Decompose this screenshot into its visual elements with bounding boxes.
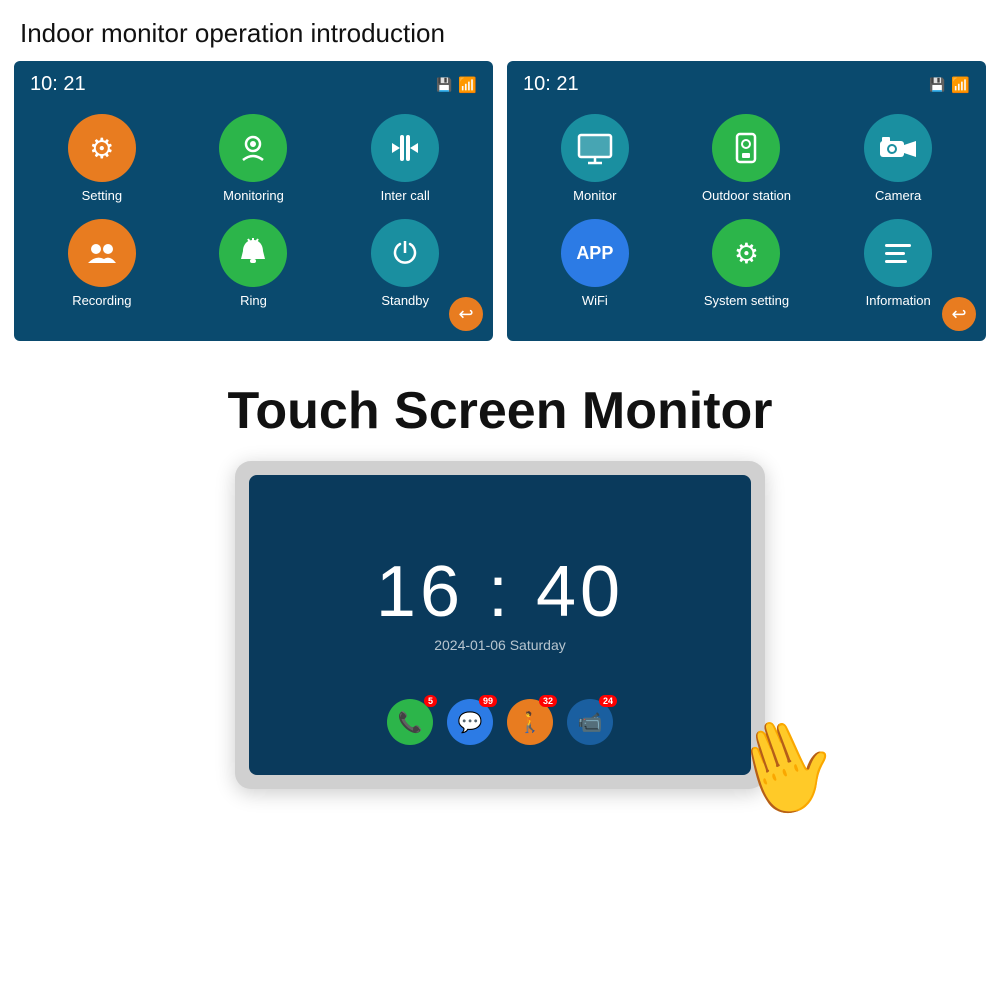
screen2-status-icons: 💾 📶 bbox=[929, 76, 970, 94]
screen2-header: 10: 21 💾 📶 bbox=[523, 73, 970, 96]
setting-item[interactable]: ⚙ Setting bbox=[30, 114, 174, 203]
app-call-badge: 5 bbox=[424, 695, 437, 707]
ring-item[interactable]: Ring bbox=[182, 219, 326, 308]
bottom-section: Touch Screen Monitor 16 : 40 2024-01-06 … bbox=[0, 371, 1000, 789]
setting-label: Setting bbox=[82, 188, 122, 203]
standby-label: Standby bbox=[381, 293, 429, 308]
system-setting-item[interactable]: ⚙ System setting bbox=[675, 219, 819, 308]
wifi-item[interactable]: APP WiFi bbox=[523, 219, 667, 308]
sd-card-icon: 💾 bbox=[436, 77, 452, 93]
clock-display: 16 : 40 2024-01-06 Saturday bbox=[376, 531, 624, 653]
wifi-status-icon2: 📶 bbox=[951, 76, 970, 94]
sd-card-icon2: 💾 bbox=[929, 77, 945, 93]
page-title: Indoor monitor operation introduction bbox=[0, 0, 1000, 61]
monitor-item[interactable]: Monitor bbox=[523, 114, 667, 203]
wifi-label: WiFi bbox=[582, 293, 608, 308]
setting-icon: ⚙ bbox=[68, 114, 136, 182]
screen2-icon-grid: Monitor Outdoor station bbox=[523, 114, 970, 308]
screen2-back-button[interactable]: ↩ bbox=[942, 297, 976, 331]
app-motion[interactable]: 🚶 32 bbox=[507, 699, 553, 745]
monitor-label: Monitor bbox=[573, 188, 616, 203]
information-item[interactable]: Information bbox=[826, 219, 970, 308]
monitor-screen: 16 : 40 2024-01-06 Saturday 📞 5 💬 99 🚶 3… bbox=[249, 475, 751, 775]
monitor-device: 16 : 40 2024-01-06 Saturday 📞 5 💬 99 🚶 3… bbox=[235, 461, 765, 789]
screen1-header: 10: 21 💾 📶 bbox=[30, 73, 477, 96]
wifi-status-icon: 📶 bbox=[458, 76, 477, 94]
screen2: 10: 21 💾 📶 Monitor bbox=[507, 61, 986, 341]
monitor-icon bbox=[561, 114, 629, 182]
screens-row: 10: 21 💾 📶 ⚙ Setting bbox=[0, 61, 1000, 341]
wifi-icon: APP bbox=[561, 219, 629, 287]
outdoor-station-item[interactable]: Outdoor station bbox=[675, 114, 819, 203]
monitoring-icon bbox=[219, 114, 287, 182]
monitoring-item[interactable]: Monitoring bbox=[182, 114, 326, 203]
monitor-wrapper: 16 : 40 2024-01-06 Saturday 📞 5 💬 99 🚶 3… bbox=[200, 461, 800, 789]
system-setting-label: System setting bbox=[704, 293, 789, 308]
clock-time: 16 : 40 bbox=[376, 551, 624, 633]
intercall-item[interactable]: Inter call bbox=[333, 114, 477, 203]
camera-label: Camera bbox=[875, 188, 921, 203]
screen1-back-button[interactable]: ↩ bbox=[449, 297, 483, 331]
app-call[interactable]: 📞 5 bbox=[387, 699, 433, 745]
app-camera[interactable]: 📹 24 bbox=[567, 699, 613, 745]
camera-item[interactable]: Camera bbox=[826, 114, 970, 203]
recording-item[interactable]: Recording bbox=[30, 219, 174, 308]
app-motion-badge: 32 bbox=[539, 695, 557, 707]
touch-screen-title: Touch Screen Monitor bbox=[227, 381, 772, 441]
system-setting-icon: ⚙ bbox=[712, 219, 780, 287]
camera-icon bbox=[864, 114, 932, 182]
information-icon bbox=[864, 219, 932, 287]
recording-label: Recording bbox=[72, 293, 131, 308]
intercall-icon bbox=[371, 114, 439, 182]
screen1-icon-grid: ⚙ Setting Monitoring bbox=[30, 114, 477, 308]
clock-date: 2024-01-06 Saturday bbox=[376, 637, 624, 653]
screen2-time: 10: 21 bbox=[523, 73, 579, 96]
app-message[interactable]: 💬 99 bbox=[447, 699, 493, 745]
intercall-label: Inter call bbox=[381, 188, 430, 203]
app-message-badge: 99 bbox=[479, 695, 497, 707]
screen1-time: 10: 21 bbox=[30, 73, 86, 96]
ring-icon bbox=[219, 219, 287, 287]
monitoring-label: Monitoring bbox=[223, 188, 284, 203]
screen1-status-icons: 💾 📶 bbox=[436, 76, 477, 94]
standby-icon bbox=[371, 219, 439, 287]
monitor-apps: 📞 5 💬 99 🚶 32 📹 24 bbox=[387, 699, 613, 745]
information-label: Information bbox=[866, 293, 931, 308]
outdoor-station-icon bbox=[712, 114, 780, 182]
screen1: 10: 21 💾 📶 ⚙ Setting bbox=[14, 61, 493, 341]
recording-icon bbox=[68, 219, 136, 287]
outdoor-station-label: Outdoor station bbox=[702, 188, 791, 203]
standby-item[interactable]: Standby bbox=[333, 219, 477, 308]
ring-label: Ring bbox=[240, 293, 267, 308]
app-camera-badge: 24 bbox=[599, 695, 617, 707]
